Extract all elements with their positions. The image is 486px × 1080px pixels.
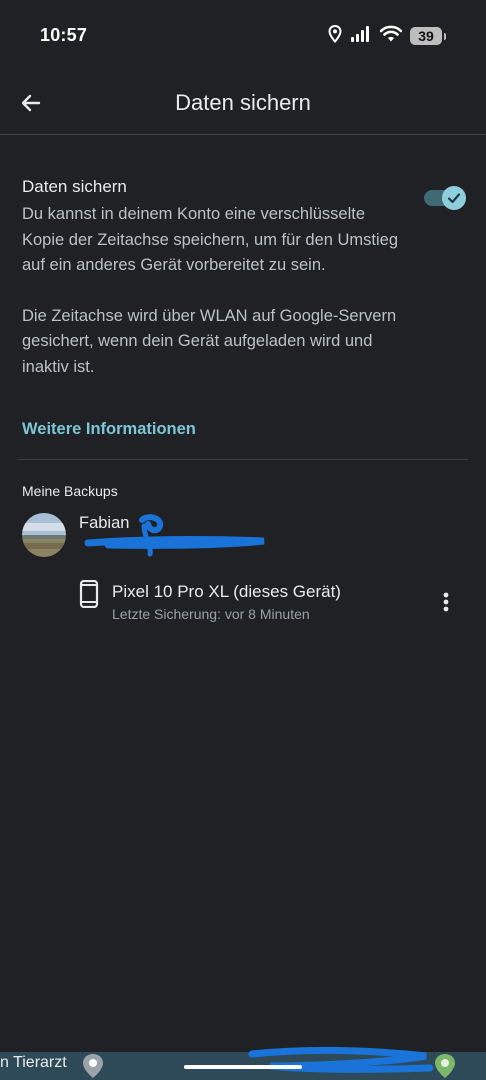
backup-setting-info: Die Zeitachse wird über WLAN auf Google-… xyxy=(22,306,397,376)
status-bar: 10:57 39 xyxy=(0,0,486,72)
wifi-icon xyxy=(379,25,403,48)
status-time: 10:57 xyxy=(40,25,88,45)
gesture-nav-handle[interactable] xyxy=(184,1065,302,1069)
device-backup-row[interactable]: Pixel 10 Pro XL (dieses Gerät) Letzte Si… xyxy=(0,570,486,634)
status-icons: 39 xyxy=(328,24,446,48)
device-last-backup: Letzte Sicherung: vor 8 Minuten xyxy=(112,606,310,622)
location-icon xyxy=(328,24,342,48)
check-icon xyxy=(447,193,461,204)
backup-setting-title: Daten sichern xyxy=(22,177,127,196)
map-label: n Tierarzt xyxy=(0,1054,67,1071)
battery-tip xyxy=(444,32,446,40)
more-info-link[interactable]: Weitere Informationen xyxy=(22,420,196,439)
backup-setting: Daten sichern Du kannst in deinem Konto … xyxy=(22,176,402,380)
backup-toggle[interactable] xyxy=(424,186,466,210)
backups-subheader: Meine Backups xyxy=(22,483,118,499)
redaction-scribble-bottom xyxy=(248,1046,434,1073)
more-options-button[interactable] xyxy=(436,588,456,616)
page-title: Daten sichern xyxy=(175,90,311,115)
toggle-thumb xyxy=(442,186,466,210)
signal-icon xyxy=(350,25,372,48)
map-pin-icon xyxy=(83,1054,103,1078)
battery-level: 39 xyxy=(418,28,434,44)
backup-setting-description: Du kannst in deinem Konto eine verschlüs… xyxy=(22,205,399,274)
device-name: Pixel 10 Pro XL (dieses Gerät) xyxy=(112,582,341,601)
app-bar: Daten sichern xyxy=(0,72,486,135)
battery-icon: 39 xyxy=(410,27,442,45)
divider xyxy=(18,459,468,460)
more-vert-icon xyxy=(443,592,449,612)
avatar xyxy=(22,513,66,557)
redaction-scribble xyxy=(84,514,265,557)
smartphone-icon xyxy=(79,580,99,608)
